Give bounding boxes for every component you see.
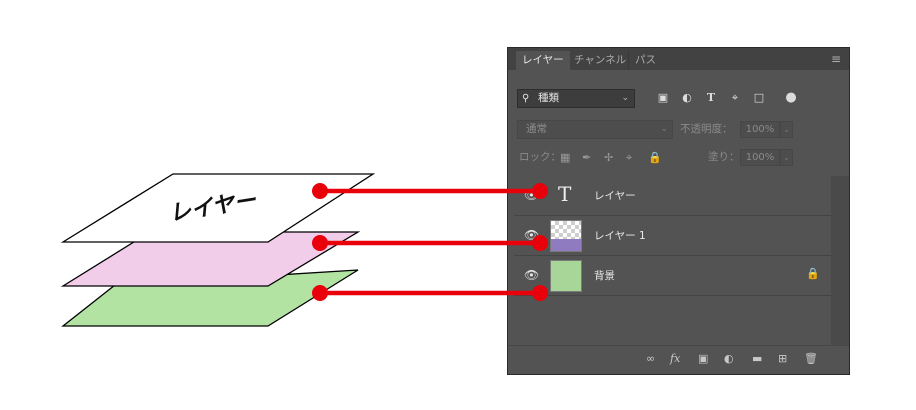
folder-icon[interactable]: ▬ <box>752 352 762 366</box>
type-icon: T <box>558 182 572 206</box>
scrollbar[interactable] <box>831 176 849 346</box>
filter-kind-label: 種類 <box>538 92 559 104</box>
opacity-dropdown[interactable]: ⌄ <box>780 121 793 138</box>
layer-thumbnail <box>550 260 582 292</box>
visibility-eye-icon[interactable]: 👁 <box>524 228 539 242</box>
layer-name: レイヤー 1 <box>594 230 646 242</box>
chevron-down-icon: ⌄ <box>660 124 668 134</box>
fill-label: 塗り： <box>708 151 740 163</box>
filter-row: ⚲ 種類 ⌄ ▣ ◐ T ⌖ □ ● <box>508 87 849 111</box>
tab-layers[interactable]: レイヤー <box>516 51 570 70</box>
blend-mode-select[interactable]: 通常 ⌄ <box>517 120 673 139</box>
layer-name: 背景 <box>594 270 615 282</box>
shape-filter-icon[interactable]: ⌖ <box>728 91 742 105</box>
new-layer-icon[interactable]: ⊞ <box>778 352 787 366</box>
trash-icon[interactable]: 🗑 <box>804 352 818 366</box>
lock-artboard-icon[interactable]: ⌖ <box>626 149 632 167</box>
lock-icon: 🔒 <box>806 267 820 280</box>
lock-all-icon[interactable]: 🔒 <box>648 149 662 167</box>
lock-transparency-icon[interactable]: ▦ <box>560 149 570 167</box>
opacity-label: 不透明度： <box>680 123 733 135</box>
mask-icon[interactable]: ▣ <box>698 352 708 366</box>
tab-channels[interactable]: チャンネル <box>568 51 632 70</box>
lock-row: ロック： ▦ ✒ ✢ ⌖ 🔒 塗り： 100% ⌄ <box>508 148 849 168</box>
smart-object-filter-icon[interactable]: □ <box>752 91 766 105</box>
image-filter-icon[interactable]: ▣ <box>656 91 670 105</box>
lock-paint-icon[interactable]: ✒ <box>582 149 591 167</box>
tab-paths[interactable]: パス <box>628 51 662 70</box>
opacity-field[interactable]: 100% <box>740 121 780 138</box>
layers-panel: レイヤー チャンネル パス ≡ ⚲ 種類 ⌄ ▣ ◐ T ⌖ □ ● 通常 ⌄ … <box>507 47 850 375</box>
hamburger-icon[interactable]: ≡ <box>831 52 841 66</box>
layer-row-layer1[interactable]: 👁 レイヤー 1 <box>514 216 832 256</box>
panel-tab-bar: レイヤー チャンネル パス ≡ <box>508 48 849 70</box>
layer-name: レイヤー <box>594 190 636 202</box>
adjustment-layer-icon[interactable]: ◐ <box>724 352 734 366</box>
fill-field[interactable]: 100% <box>740 149 780 166</box>
layer-thumbnail <box>550 220 582 252</box>
lock-label: ロック： <box>519 151 561 163</box>
panel-bottom-bar: ∞ fx ▣ ◐ ▬ ⊞ 🗑 <box>508 345 849 374</box>
adjustment-filter-icon[interactable]: ◐ <box>680 91 694 105</box>
layer-row-background[interactable]: 👁 背景 🔒 <box>514 256 832 296</box>
type-filter-icon[interactable]: T <box>704 91 718 105</box>
search-icon: ⚲ <box>522 93 530 104</box>
visibility-eye-icon[interactable]: 👁 <box>524 268 539 282</box>
filter-kind-select[interactable]: ⚲ 種類 ⌄ <box>517 89 635 108</box>
lock-position-icon[interactable]: ✢ <box>604 149 613 167</box>
layer-row-text[interactable]: 👁 T レイヤー <box>514 176 832 216</box>
chevron-down-icon: ⌄ <box>621 93 629 103</box>
visibility-eye-icon[interactable]: 👁 <box>524 188 539 202</box>
fill-dropdown[interactable]: ⌄ <box>780 149 793 166</box>
fx-icon[interactable]: fx <box>670 352 680 366</box>
filter-toggle-icon[interactable]: ● <box>784 91 798 105</box>
layer-list: 👁 T レイヤー 👁 レイヤー 1 👁 背景 🔒 <box>514 176 832 346</box>
blend-mode-value: 通常 <box>526 123 547 135</box>
blend-row: 通常 ⌄ 不透明度： 100% ⌄ <box>508 120 849 140</box>
link-icon[interactable]: ∞ <box>646 352 655 366</box>
